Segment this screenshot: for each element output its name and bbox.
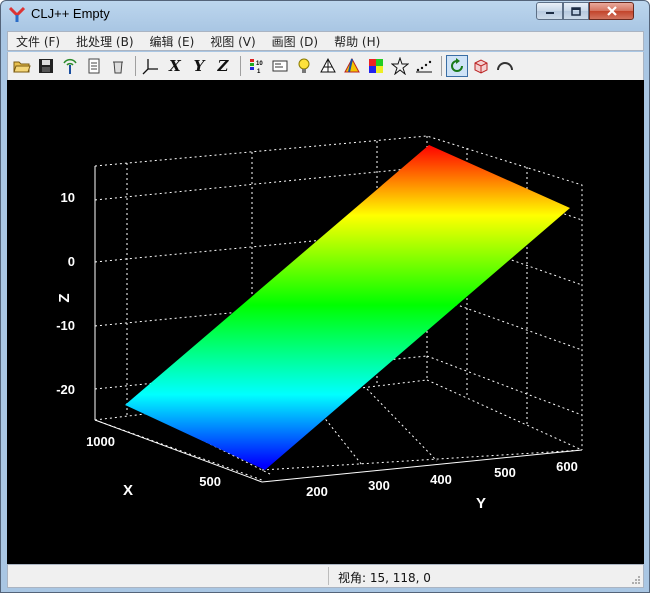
z-axis-label: Z	[56, 293, 73, 302]
app-window: CLJ++ Empty 文件 (F) 批处理 (B) 编辑 (E) 视图 (V)…	[0, 0, 650, 593]
mesh-cone-icon	[320, 57, 336, 73]
surface-mesh	[125, 145, 570, 470]
arc-icon	[497, 62, 513, 71]
star-icon	[391, 57, 409, 75]
close-button[interactable]	[589, 2, 634, 20]
notes-button[interactable]	[83, 55, 105, 77]
menu-view[interactable]: 视图 (V)	[202, 33, 263, 50]
maximize-button[interactable]	[563, 2, 589, 20]
z-tick-label: 10	[61, 190, 75, 205]
notes-icon	[88, 58, 100, 74]
y-tick-label: 200	[306, 484, 328, 499]
axes-icon	[142, 59, 158, 75]
label-icon	[272, 60, 288, 72]
close-icon	[606, 6, 617, 16]
surface-plot[interactable]: 10 0 -10 -20 Z 1000 500 X 200 300 400 50…	[7, 80, 644, 564]
palette-button[interactable]	[365, 55, 387, 77]
menu-draw[interactable]: 画图 (D)	[264, 33, 326, 50]
rotate-icon	[451, 58, 463, 72]
view-angle-status: 视角: 15, 118, 0	[338, 571, 431, 585]
toolbar-separator	[441, 56, 442, 76]
y-tick-label: 400	[430, 472, 452, 487]
antenna-icon	[63, 58, 77, 74]
open-icon	[13, 61, 31, 73]
colorbar-icon: 101	[250, 59, 263, 75]
z-tick-label: 0	[68, 254, 75, 269]
y-tick-label: 300	[368, 478, 390, 493]
plot-canvas[interactable]: 10 0 -10 -20 Z 1000 500 X 200 300 400 50…	[7, 80, 644, 564]
star-button[interactable]	[389, 55, 411, 77]
scatter-button[interactable]	[413, 55, 435, 77]
app-logo-icon	[9, 6, 25, 22]
z-axis-button[interactable]: Z	[212, 55, 234, 77]
mesh-cone-button[interactable]	[317, 55, 339, 77]
svg-text:10: 10	[256, 61, 263, 67]
status-bar: 视角: 15, 118, 0	[7, 564, 644, 588]
label-button[interactable]	[269, 55, 291, 77]
minimize-icon	[545, 12, 554, 14]
menu-file[interactable]: 文件 (F)	[8, 33, 68, 50]
color-cone-icon	[344, 57, 360, 73]
color-cone-button[interactable]	[341, 55, 363, 77]
menu-bar: 文件 (F) 批处理 (B) 编辑 (E) 视图 (V) 画图 (D) 帮助 (…	[7, 31, 644, 51]
z-tick-label: -20	[56, 382, 75, 397]
x-axis-label: X	[123, 482, 133, 499]
minimize-button[interactable]	[536, 2, 563, 20]
z-tick-label: -10	[56, 318, 75, 333]
menu-help[interactable]: 帮助 (H)	[326, 33, 388, 50]
cube-export-icon	[474, 59, 488, 74]
y-axis-button[interactable]: Y	[188, 55, 210, 77]
y-axis-label: Y	[476, 495, 486, 512]
connect-button[interactable]	[59, 55, 81, 77]
toolbar-separator	[135, 56, 136, 76]
x-axis-button[interactable]: X	[164, 55, 186, 77]
menu-edit[interactable]: 编辑 (E)	[142, 33, 203, 50]
recycle-icon	[113, 61, 123, 74]
recycle-button[interactable]	[107, 55, 129, 77]
svg-text:1: 1	[257, 69, 261, 75]
y-tick-label: 600	[556, 459, 578, 474]
color-palette-icon	[369, 59, 383, 73]
save-button[interactable]	[35, 55, 57, 77]
window-title: CLJ++ Empty	[31, 6, 110, 21]
resize-grip-icon[interactable]	[631, 575, 641, 585]
toolbar: X Y Z 10 1	[7, 52, 644, 80]
open-button[interactable]	[11, 55, 33, 77]
save-icon	[39, 59, 53, 73]
light-button[interactable]	[293, 55, 315, 77]
colorbar-button[interactable]: 10 1	[245, 55, 267, 77]
x-tick-label: 500	[199, 474, 221, 489]
title-bar[interactable]: CLJ++ Empty	[1, 1, 649, 29]
x-tick-label: 1000	[86, 434, 115, 449]
arc-button[interactable]	[494, 55, 516, 77]
light-icon	[298, 58, 310, 73]
cube-export-button[interactable]	[470, 55, 492, 77]
maximize-icon	[571, 6, 581, 16]
menu-batch[interactable]: 批处理 (B)	[68, 33, 141, 50]
y-tick-label: 500	[494, 465, 516, 480]
axes-button[interactable]	[140, 55, 162, 77]
rotate-button[interactable]	[446, 55, 468, 77]
status-divider	[328, 567, 329, 585]
scatter-icon	[416, 60, 432, 73]
toolbar-separator	[240, 56, 241, 76]
